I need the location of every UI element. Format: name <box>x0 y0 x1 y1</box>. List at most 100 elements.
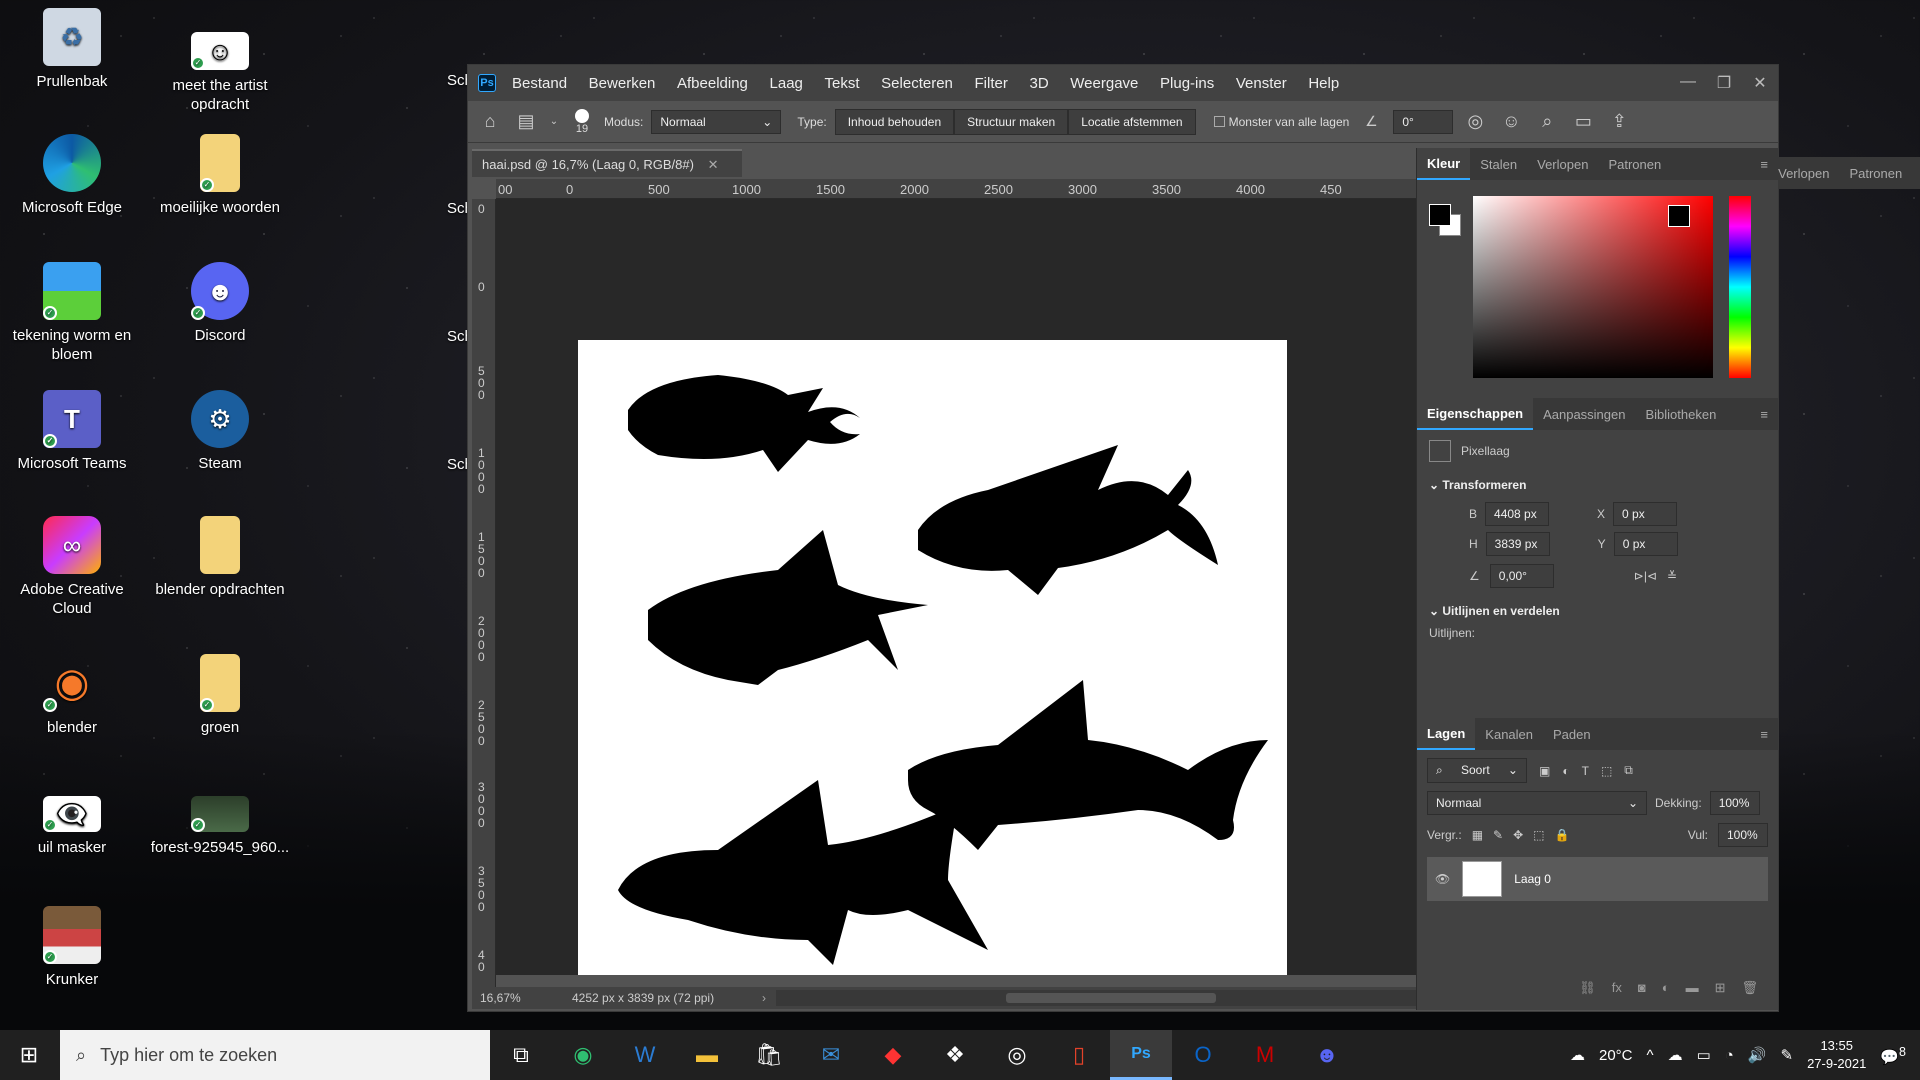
desktop-icon-edge[interactable]: Microsoft Edge <box>2 134 142 217</box>
menu-afbeelding[interactable]: Afbeelding <box>677 75 748 92</box>
sample-all-checkbox[interactable]: Monster van alle lagen <box>1213 115 1349 129</box>
lock-paint-icon[interactable]: ✎ <box>1493 828 1503 842</box>
new-layer-icon[interactable]: ⊞ <box>1715 980 1726 996</box>
fg-color-swatch[interactable] <box>1668 205 1690 227</box>
filter-shape-icon[interactable]: ⬚ <box>1601 764 1612 778</box>
adjustment-icon[interactable]: ◐ <box>1662 980 1670 996</box>
edge-taskbar-icon[interactable]: ◉ <box>552 1030 614 1080</box>
layer-row[interactable]: 👁 Laag 0 <box>1427 857 1768 901</box>
fill-field[interactable]: 100% <box>1718 823 1768 847</box>
tab-patronen[interactable]: Patronen <box>1598 157 1671 172</box>
desktop-icon-discord[interactable]: ☻ ✓ Discord <box>150 262 290 345</box>
tab-eigenschappen[interactable]: Eigenschappen <box>1417 398 1534 430</box>
file-explorer-icon[interactable]: ▬ <box>676 1030 738 1080</box>
pressure-icon[interactable]: ◎ <box>1461 111 1489 132</box>
lock-all-icon[interactable]: 🔒 <box>1555 828 1570 842</box>
menu-plugins[interactable]: Plug-ins <box>1160 75 1214 92</box>
mail-icon[interactable]: ✉ <box>800 1030 862 1080</box>
chevron-down-icon[interactable]: ⌄ <box>1429 604 1442 618</box>
filter-pixel-icon[interactable]: ▣ <box>1539 764 1550 778</box>
desktop-icon-forest[interactable]: ✓ forest-925945_960... <box>150 782 290 857</box>
temperature[interactable]: 20°C <box>1599 1047 1633 1064</box>
office-icon[interactable]: ▯ <box>1048 1030 1110 1080</box>
zoom-level[interactable]: 16,67% <box>472 991 552 1005</box>
desktop-icon-recycle-bin[interactable]: ♻ Prullenbak <box>2 8 142 91</box>
menu-laag[interactable]: Laag <box>770 75 803 92</box>
workspace-icon[interactable]: ▭ <box>1569 111 1597 132</box>
document-tab[interactable]: haai.psd @ 16,7% (Laag 0, RGB/8#) ✕ <box>472 149 742 177</box>
tab-patronen[interactable]: Patronen <box>1839 166 1912 181</box>
share-icon[interactable]: ⇪ <box>1605 111 1633 132</box>
link-layers-icon[interactable]: ⛓ <box>1579 980 1596 996</box>
chevron-right-icon[interactable]: › <box>762 991 766 1005</box>
filter-smart-icon[interactable]: ⧉ <box>1624 763 1633 778</box>
patch-tool-icon[interactable]: ▤ <box>512 111 540 132</box>
lock-transparency-icon[interactable]: ▦ <box>1472 828 1483 842</box>
type-locatie-afstemmen-button[interactable]: Locatie afstemmen <box>1068 108 1196 135</box>
menu-venster[interactable]: Venster <box>1236 75 1287 92</box>
height-field[interactable]: 3839 px <box>1485 532 1550 556</box>
brush-size[interactable]: 19 <box>568 108 596 135</box>
menu-help[interactable]: Help <box>1308 75 1339 92</box>
type-structuur-maken-button[interactable]: Structuur maken <box>954 108 1069 135</box>
x-field[interactable]: 0 px <box>1613 502 1678 526</box>
flip-horizontal-icon[interactable]: ⊳|⊲ <box>1634 569 1657 583</box>
maximize-button[interactable]: ❐ <box>1706 73 1742 93</box>
desktop-icon-blender-opdrachten[interactable]: blender opdrachten <box>150 516 290 599</box>
pen-icon[interactable]: ✎ <box>1781 1046 1794 1064</box>
tab-bibliotheken[interactable]: Bibliotheken <box>1635 407 1726 422</box>
battery-icon[interactable]: ▭ <box>1697 1046 1711 1064</box>
lock-move-icon[interactable]: ✥ <box>1513 828 1523 842</box>
panel-menu-icon[interactable]: ≡ <box>1750 157 1778 172</box>
rotation-field[interactable]: 0,00° <box>1489 564 1554 588</box>
menu-3d[interactable]: 3D <box>1029 75 1048 92</box>
desktop-icon-meet-the-artist[interactable]: ☺ ✓ meet the artist opdracht <box>150 30 290 114</box>
word-icon[interactable]: W <box>614 1030 676 1080</box>
notification-icon[interactable]: 💬8 <box>1880 1045 1906 1066</box>
mcafee-icon[interactable]: M <box>1234 1030 1296 1080</box>
fg-color-swatch[interactable] <box>1429 204 1451 226</box>
minimize-button[interactable]: — <box>1670 73 1706 93</box>
ruler-vertical[interactable]: 0 0 500 1000 1500 2000 2500 3000 3500 40 <box>472 199 496 989</box>
tab-kleur[interactable]: Kleur <box>1417 148 1471 180</box>
desktop-icon-moeilijke-woorden[interactable]: ✓ moeilijke woorden <box>150 134 290 217</box>
flip-vertical-icon[interactable]: ≚ <box>1667 569 1677 583</box>
home-icon[interactable]: ⌂ <box>476 111 504 132</box>
desktop-icon-drawing[interactable]: ✓ tekening worm en bloem <box>2 262 142 364</box>
menu-selecteren[interactable]: Selecteren <box>881 75 953 92</box>
tab-stalen[interactable]: Stalen <box>1470 157 1527 172</box>
wifi-icon[interactable]: ◔ <box>1725 1047 1734 1064</box>
desktop-icon-uil-masker[interactable]: 👁‍🗨 ✓ uil masker <box>2 782 142 857</box>
blend-mode-select[interactable]: Normaal ⌄ <box>1427 791 1647 815</box>
type-inhoud-behouden-button[interactable]: Inhoud behouden <box>834 108 955 135</box>
weather-cloud-icon[interactable]: ☁ <box>1570 1046 1585 1064</box>
mode-select[interactable]: Normaal ⌄ <box>651 109 782 134</box>
start-button[interactable]: ⊞ <box>0 1030 58 1080</box>
menu-bestand[interactable]: Bestand <box>512 75 567 92</box>
photoshop-taskbar-icon[interactable]: Ps <box>1110 1030 1172 1080</box>
layer-filter-select[interactable]: ⌕ Soort ⌄ <box>1427 758 1527 783</box>
unity-icon[interactable]: ◎ <box>986 1030 1048 1080</box>
desktop-icon-steam[interactable]: ⚙ Steam <box>150 390 290 473</box>
volume-icon[interactable]: 🔊 <box>1748 1046 1767 1064</box>
document-canvas[interactable] <box>578 340 1287 975</box>
section-uitlijnen[interactable]: Uitlijnen en verdelen <box>1442 604 1559 618</box>
menu-tekst[interactable]: Tekst <box>825 75 860 92</box>
filter-adjust-icon[interactable]: ◐ <box>1562 764 1569 778</box>
desktop-icon-blender[interactable]: ◉ ✓ blender <box>2 654 142 737</box>
menu-filter[interactable]: Filter <box>975 75 1008 92</box>
tab-kanalen[interactable]: Kanalen <box>1475 727 1543 742</box>
group-folder-icon[interactable]: ▬ <box>1686 980 1699 996</box>
trash-icon[interactable]: 🗑 <box>1741 980 1758 996</box>
store-icon[interactable]: 🛍 <box>738 1030 800 1080</box>
outlook-icon[interactable]: O <box>1172 1030 1234 1080</box>
search-icon[interactable]: ⌕ <box>1533 111 1561 132</box>
desktop-icon-krunker[interactable]: ✓ Krunker <box>2 906 142 989</box>
desktop-icon-creative-cloud[interactable]: ∞ Adobe Creative Cloud <box>2 516 142 618</box>
desktop-icon-groen[interactable]: ✓ groen <box>150 654 290 737</box>
opacity-field[interactable]: 100% <box>1709 791 1760 815</box>
tab-paden[interactable]: Paden <box>1543 727 1601 742</box>
clock[interactable]: 13:55 27-9-2021 <box>1807 1037 1866 1073</box>
discord-taskbar-icon[interactable]: ☻ <box>1296 1030 1358 1080</box>
width-field[interactable]: 4408 px <box>1485 502 1550 526</box>
